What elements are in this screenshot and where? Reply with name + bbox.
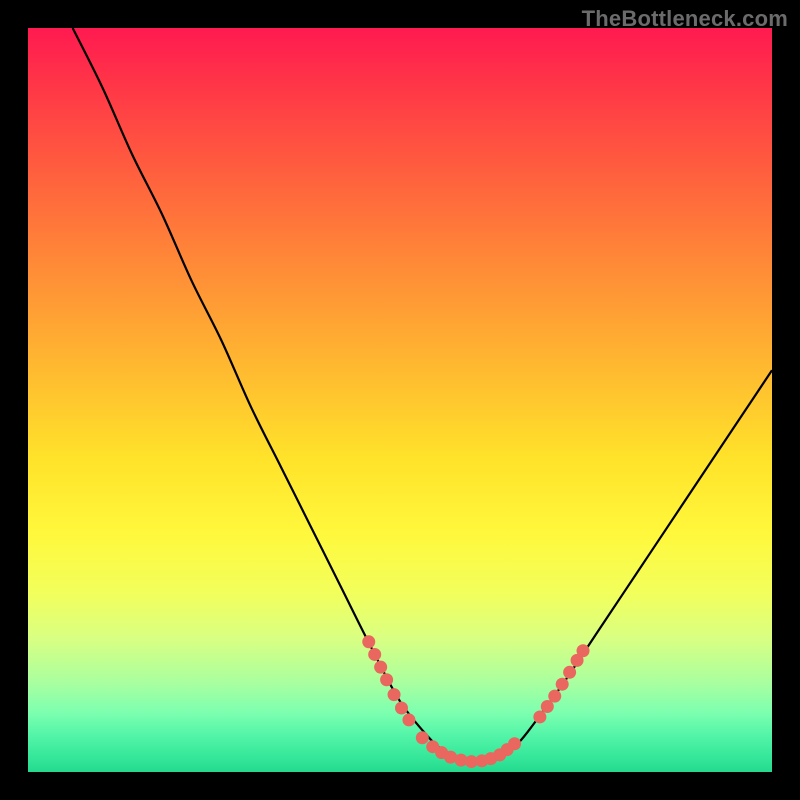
bottleneck-curve bbox=[73, 28, 772, 762]
watermark-text: TheBottleneck.com bbox=[582, 6, 788, 32]
data-marker bbox=[541, 700, 554, 713]
marker-group bbox=[362, 635, 589, 768]
chart-svg bbox=[28, 28, 772, 772]
data-marker bbox=[577, 644, 590, 657]
data-marker bbox=[508, 737, 521, 750]
data-marker bbox=[380, 673, 393, 686]
data-marker bbox=[362, 635, 375, 648]
data-marker bbox=[368, 648, 381, 661]
data-marker bbox=[416, 731, 429, 744]
data-marker bbox=[395, 702, 408, 715]
data-marker bbox=[388, 688, 401, 701]
data-marker bbox=[533, 710, 546, 723]
data-marker bbox=[556, 678, 569, 691]
plot-area bbox=[28, 28, 772, 772]
data-marker bbox=[548, 690, 561, 703]
data-marker bbox=[563, 666, 576, 679]
data-marker bbox=[374, 661, 387, 674]
data-marker bbox=[402, 713, 415, 726]
